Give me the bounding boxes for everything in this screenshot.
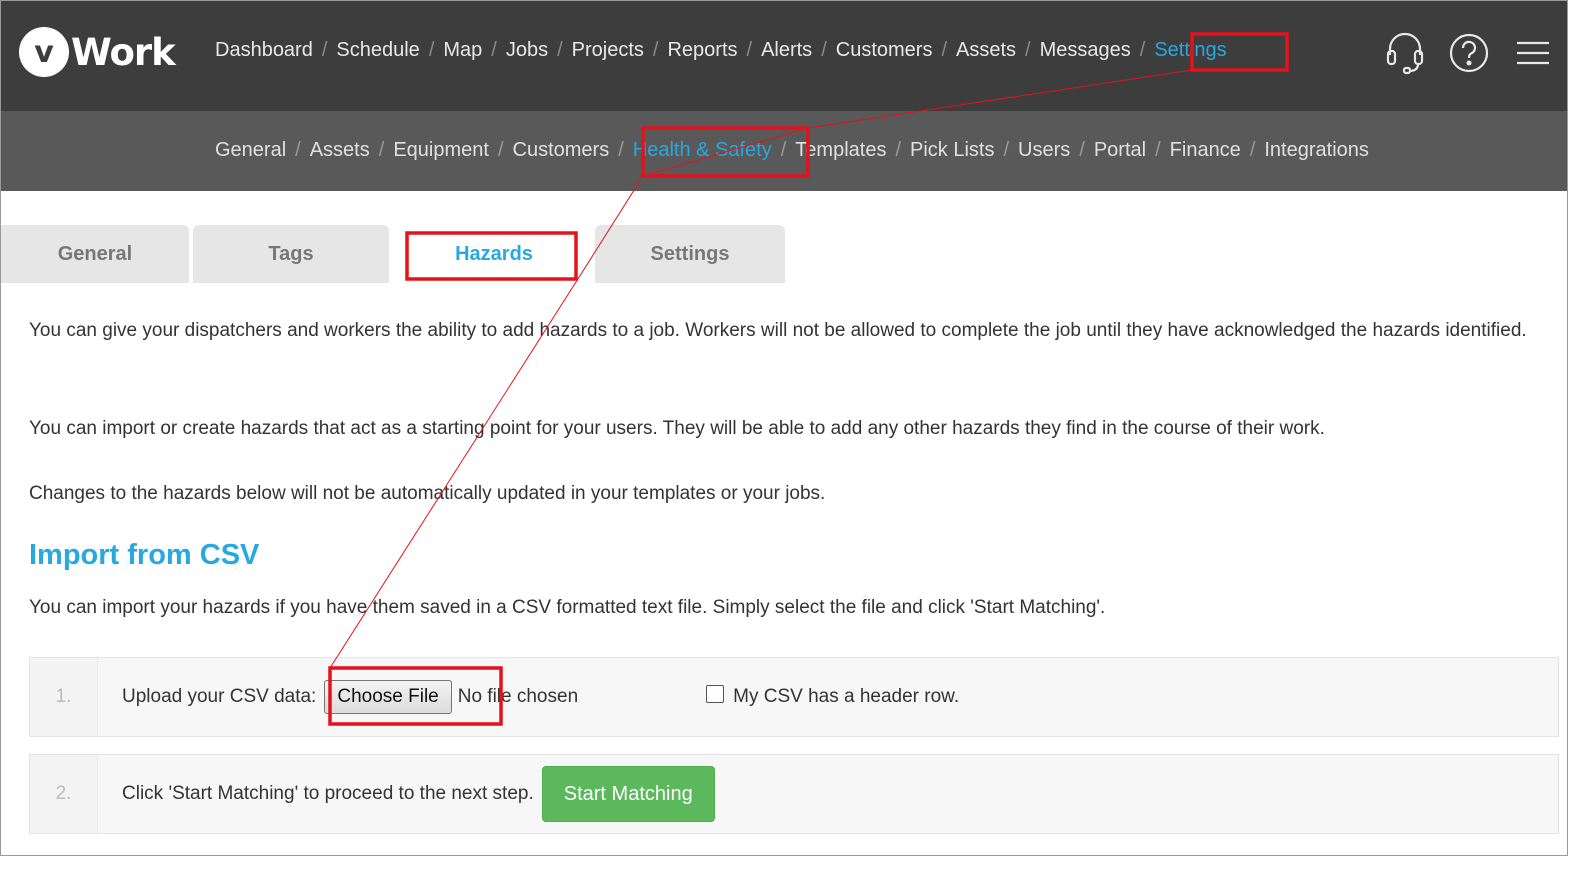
header-row-checkbox[interactable]: [706, 685, 725, 703]
matching-label: Click 'Start Matching' to proceed to the…: [122, 783, 534, 804]
header-row-label: My CSV has a header row.: [733, 686, 960, 707]
start-matching-button[interactable]: Start Matching: [541, 766, 715, 822]
tab-settings[interactable]: Settings: [595, 225, 785, 283]
nav-customers[interactable]: Customers: [836, 39, 933, 62]
subnav-separator: /: [780, 139, 787, 161]
nav-separator: /: [1139, 39, 1146, 61]
nav-projects[interactable]: Projects: [572, 39, 644, 62]
tab-general[interactable]: General: [1, 225, 189, 283]
settings-sub-bar: General / Assets / Equipment / Customers…: [1, 111, 1567, 191]
subnav-finance[interactable]: Finance: [1170, 139, 1241, 162]
logo[interactable]: v Work: [19, 27, 176, 77]
matching-step-body: Click 'Start Matching' to proceed to the…: [98, 755, 715, 833]
app-window: v Work Dashboard / Schedule / Map / Jobs…: [0, 0, 1568, 856]
hamburger-menu-icon[interactable]: [1513, 31, 1553, 75]
nav-separator: /: [821, 39, 827, 61]
nav-messages[interactable]: Messages: [1040, 39, 1131, 62]
nav-jobs[interactable]: Jobs: [506, 39, 548, 62]
nav-settings[interactable]: Settings: [1154, 39, 1226, 62]
upload-label: Upload your CSV data:: [122, 686, 317, 707]
settings-sub-nav: General / Assets / Equipment / Customers…: [215, 139, 1369, 162]
subnav-health-safety[interactable]: Health & Safety: [633, 139, 772, 162]
import-description: You can import your hazards if you have …: [29, 597, 1106, 618]
nav-separator: /: [941, 39, 948, 61]
import-create-paragraph: You can import or create hazards that ac…: [29, 418, 1325, 439]
nav-alerts[interactable]: Alerts: [761, 39, 812, 62]
import-heading: Import from CSV: [29, 539, 260, 571]
subnav-portal[interactable]: Portal: [1094, 139, 1146, 162]
subnav-equipment[interactable]: Equipment: [393, 139, 489, 162]
choose-file-button[interactable]: Choose File: [324, 680, 452, 714]
nav-map[interactable]: Map: [443, 39, 482, 62]
nav-separator: /: [557, 39, 563, 61]
subnav-separator: /: [895, 139, 902, 161]
help-icon[interactable]: [1449, 31, 1489, 75]
step-number: 1.: [30, 658, 98, 736]
subnav-users[interactable]: Users: [1018, 139, 1070, 162]
nav-separator: /: [491, 39, 497, 61]
subnav-separator: /: [618, 139, 624, 161]
nav-assets[interactable]: Assets: [956, 39, 1016, 62]
matching-step: 2. Click 'Start Matching' to proceed to …: [29, 754, 1559, 834]
header-row-option[interactable]: My CSV has a header row.: [706, 685, 960, 708]
top-bar: v Work Dashboard / Schedule / Map / Jobs…: [1, 1, 1567, 111]
nav-separator: /: [652, 39, 659, 61]
subnav-separator: /: [295, 139, 301, 161]
changes-paragraph: Changes to the hazards below will not be…: [29, 483, 826, 504]
nav-separator: /: [321, 39, 328, 61]
subnav-separator: /: [1003, 139, 1010, 161]
subnav-separator: /: [1155, 139, 1161, 161]
nav-separator: /: [746, 39, 753, 61]
top-icons: [1385, 31, 1553, 75]
tab-tags[interactable]: Tags: [193, 225, 389, 283]
main-nav: Dashboard / Schedule / Map / Jobs / Proj…: [215, 39, 1227, 62]
subnav-pick-lists[interactable]: Pick Lists: [910, 139, 994, 162]
upload-step: 1. Upload your CSV data: Choose File No …: [29, 657, 1559, 737]
step-number: 2.: [30, 755, 98, 833]
subnav-separator: /: [497, 139, 504, 161]
subnav-integrations[interactable]: Integrations: [1264, 139, 1369, 162]
subnav-separator: /: [1079, 139, 1085, 161]
subnav-templates[interactable]: Templates: [795, 139, 886, 162]
subnav-separator: /: [378, 139, 385, 161]
subnav-customers[interactable]: Customers: [513, 139, 610, 162]
nav-separator: /: [428, 39, 435, 61]
nav-dashboard[interactable]: Dashboard: [215, 39, 313, 62]
nav-separator: /: [1025, 39, 1031, 61]
file-status: No file chosen: [457, 686, 579, 707]
intro-paragraph: You can give your dispatchers and worker…: [29, 320, 1527, 341]
svg-text:v: v: [34, 35, 54, 70]
upload-step-body: Upload your CSV data: Choose File No fil…: [98, 658, 959, 736]
nav-schedule[interactable]: Schedule: [336, 39, 419, 62]
logo-mark-icon: v: [19, 27, 69, 77]
subnav-separator: /: [1249, 139, 1256, 161]
tab-hazards[interactable]: Hazards: [397, 225, 591, 283]
headset-icon[interactable]: [1385, 31, 1425, 75]
nav-reports[interactable]: Reports: [667, 39, 737, 62]
logo-text: Work: [71, 30, 176, 74]
hazard-tabs: General Tags Hazards Settings: [1, 225, 793, 283]
subnav-assets[interactable]: Assets: [310, 139, 370, 162]
subnav-general[interactable]: General: [215, 139, 286, 162]
